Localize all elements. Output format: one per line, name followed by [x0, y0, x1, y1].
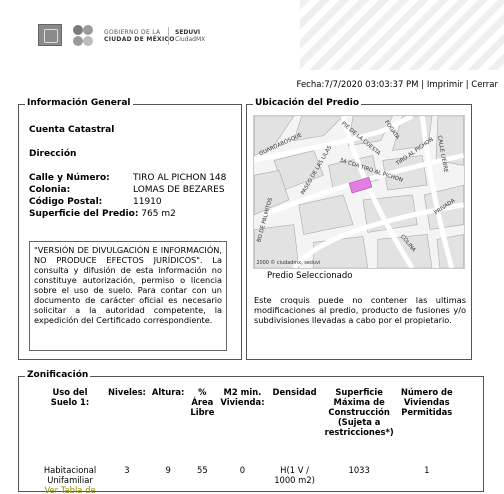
uso-value: Habitacional Unifamiliar — [43, 465, 97, 485]
agency-name: SEDUVI CiudadMX — [175, 29, 205, 43]
table-cell: Habitacional Unifamiliar Ver Tabla de Us… — [35, 465, 105, 494]
superficie-value: 765 m2 — [141, 209, 176, 219]
col-header: Número de Viviendas Permitidas — [400, 387, 453, 417]
table-cell: 1033 — [348, 465, 370, 475]
col-header: M2 min. Vivienda: — [220, 387, 265, 407]
zoning-legend: Zonificación — [25, 370, 91, 380]
col-header: Uso del Suelo 1: — [50, 387, 90, 407]
codigo-postal-label: Código Postal: — [29, 197, 103, 207]
colonia-value: LOMAS DE BEZARES — [133, 185, 225, 195]
location-legend: Ubicación del Predio — [253, 98, 362, 108]
disclaimer-box: "VERSIÓN DE DIVULGACIÓN E INFORMACIÓN, N… — [29, 241, 227, 351]
ver-tabla-link[interactable]: Ver Tabla de Uso — [38, 485, 102, 494]
colonia-label: Colonia: — [29, 185, 71, 195]
page-header: GOBIERNO DE LA CIUDAD DE MÉXICO SEDUVI C… — [0, 0, 504, 72]
city-crest-logo — [38, 24, 62, 46]
map-note: Este croquis puede no contener las ultim… — [254, 295, 466, 325]
col-header: Altura: — [151, 387, 185, 397]
zoning-header-row: Uso del Suelo 1: Niveles: Altura: % Área… — [35, 387, 457, 437]
cdmx-logo-icon — [73, 25, 93, 46]
cuenta-catastral-label: Cuenta Catastral — [29, 125, 115, 135]
location-panel: Ubicación del Predio PIE DE LA CUESTA FO… — [246, 98, 472, 360]
top-bar: Fecha:7/7/2020 03:03:37 PM | Imprimir | … — [297, 80, 498, 90]
decorative-pattern — [300, 0, 504, 70]
date-text: Fecha:7/7/2020 03:03:37 PM — [296, 80, 419, 90]
codigo-postal-value: 11910 — [133, 197, 162, 207]
location-map[interactable]: PIE DE LA CUESTA FOGATA PASEO DE LAS LIL… — [253, 115, 465, 269]
table-cell: H(1 V / 1000 m2) — [274, 465, 315, 485]
print-link[interactable]: Imprimir — [427, 80, 463, 90]
table-cell: 3 — [124, 465, 130, 475]
general-info-legend: Información General — [25, 98, 133, 108]
table-row: Habitacional Unifamiliar Ver Tabla de Us… — [35, 465, 457, 494]
table-cell: 1 — [424, 465, 430, 475]
gov-line1: GOBIERNO DE LA — [104, 29, 161, 36]
separator: | — [421, 80, 425, 90]
map-credit: 2000 © ciudadmx, seduvi — [256, 259, 320, 266]
col-header: Densidad — [272, 387, 317, 397]
general-info-panel: Información General Cuenta Catastral Dir… — [18, 98, 242, 360]
calle-label: Calle y Número: — [29, 173, 110, 183]
zoning-panel: Zonificación Uso del Suelo 1: Niveles: A… — [18, 370, 484, 494]
direccion-label: Dirección — [29, 149, 77, 159]
superficie-label: Superficie del Predio: — [29, 209, 139, 219]
table-cell: 0 — [239, 465, 246, 475]
map-caption: Predio Seleccionado — [267, 271, 353, 281]
header-divider — [168, 27, 169, 45]
gov-line2: CIUDAD DE MÉXICO — [104, 36, 175, 43]
government-name: GOBIERNO DE LA CIUDAD DE MÉXICO — [104, 29, 175, 43]
calle-value: TIRO AL PICHON 148 — [133, 173, 227, 183]
col-header: % Área Libre — [190, 387, 215, 417]
agency-subtitle: CiudadMX — [175, 36, 206, 43]
agency-title: SEDUVI — [175, 29, 201, 36]
separator: | — [465, 80, 469, 90]
table-cell: 9 — [165, 465, 171, 475]
col-header: Niveles: — [108, 387, 146, 397]
zoning-table: Uso del Suelo 1: Niveles: Altura: % Área… — [35, 387, 457, 494]
table-cell: 55 — [197, 465, 208, 475]
col-header: Superficie Máxima de Construcción (Sujet… — [324, 387, 394, 437]
close-link[interactable]: Cerrar — [471, 80, 498, 90]
superficie-row: Superficie del Predio: 765 m2 — [29, 209, 176, 219]
